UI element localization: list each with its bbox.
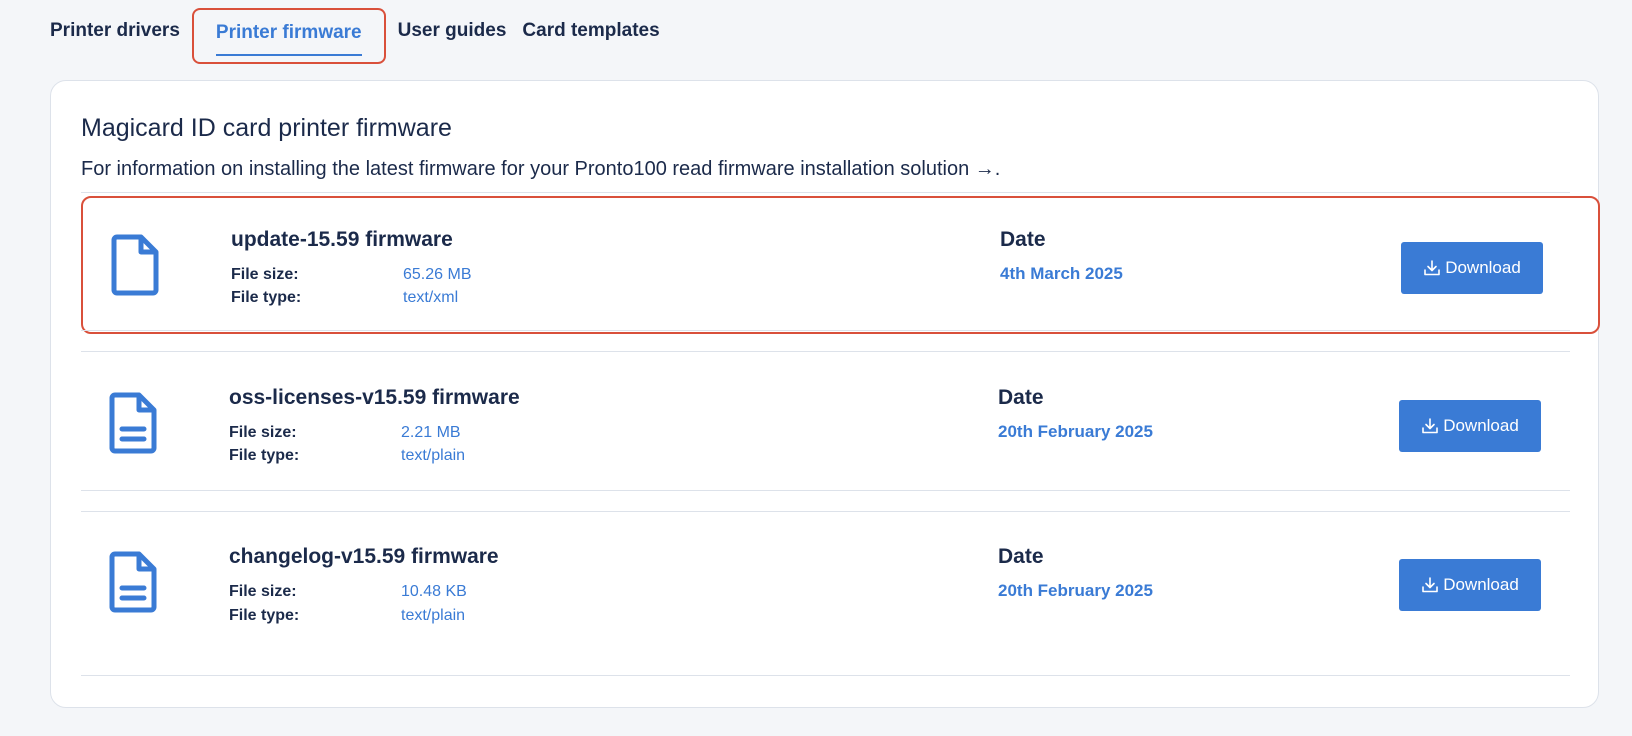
file-type-value: text/plain [401,607,466,624]
file-size-value: 10.48 KB [401,583,467,600]
section-title: Magicard ID card printer firmware [81,114,452,142]
file-text-icon [109,392,157,454]
date-label: Date [1000,228,1046,251]
file-row: oss-licenses-v15.59 firmware File size: … [81,356,1600,494]
file-size-value: 2.21 MB [401,424,461,441]
download-button[interactable]: Download [1401,242,1543,294]
date-label: Date [998,386,1044,409]
file-type-value: text/xml [403,289,459,306]
tab-user-guides[interactable]: User guides [390,8,515,64]
divider [81,511,1570,512]
file-name: changelog-v15.59 firmware [229,545,499,568]
tab-printer-firmware-label: Printer firmware [215,22,362,43]
download-button[interactable]: Download [1399,559,1541,611]
file-size-label: File size: [231,266,299,283]
file-type-value: text/plain [401,447,466,464]
file-icon [111,234,159,296]
file-type-label: File type: [229,447,300,464]
tab-bar: Printer drivers Printer firmware User gu… [50,8,668,64]
date-value: 20th February 2025 [998,581,1153,600]
download-button[interactable]: Download [1399,400,1541,452]
download-label: Download [1443,575,1519,594]
divider [81,330,1570,331]
download-label: Download [1443,416,1519,435]
tab-card-templates[interactable]: Card templates [514,8,667,64]
tab-printer-drivers[interactable]: Printer drivers [50,8,188,64]
download-icon [1422,418,1438,434]
active-tab-underline [215,54,362,56]
divider [81,490,1570,491]
date-value: 20th February 2025 [998,422,1153,441]
file-name: oss-licenses-v15.59 firmware [229,386,520,409]
info-end: . [994,158,1001,180]
file-text-icon [109,551,157,613]
file-size-label: File size: [229,424,297,441]
download-icon [1424,260,1440,276]
download-icon [1422,577,1438,593]
divider [81,192,1570,193]
file-row: update-15.59 firmware File size: 65.26 M… [81,196,1600,334]
divider [81,351,1570,352]
file-size-label: File size: [229,583,297,600]
tab-printer-firmware[interactable]: Printer firmware [191,8,386,64]
download-label: Download [1445,258,1521,277]
file-size-value: 65.26 MB [403,266,472,283]
installation-link-arrow-icon[interactable]: → [975,158,995,180]
date-label: Date [998,545,1044,568]
date-value: 4th March 2025 [1000,264,1123,283]
file-row: changelog-v15.59 firmware File size: 10.… [81,515,1600,653]
file-name: update-15.59 firmware [231,228,453,251]
file-type-label: File type: [229,607,300,624]
firmware-card: Magicard ID card printer firmware For in… [50,80,1600,708]
info-text: For information on installing the latest… [81,158,970,180]
section-info: For information on installing the latest… [81,158,1000,181]
file-type-label: File type: [231,289,302,306]
divider [81,675,1570,676]
